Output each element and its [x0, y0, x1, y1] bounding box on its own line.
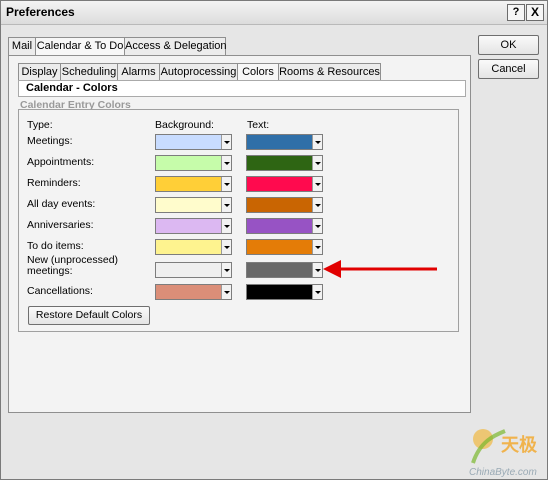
watermark-cn: 天极 — [501, 435, 538, 456]
tab-mail[interactable]: Mail — [8, 37, 36, 55]
color-type-label: Meetings: — [27, 135, 73, 147]
ok-button[interactable]: OK — [478, 35, 539, 55]
color-type-label: Cancellations: — [27, 285, 93, 297]
chevron-down-icon[interactable] — [312, 198, 322, 212]
tab-calendar-todo[interactable]: Calendar & To Do — [35, 37, 125, 56]
color-type-label: All day events: — [27, 198, 96, 210]
help-button[interactable]: ? — [507, 4, 525, 21]
chevron-down-icon[interactable] — [221, 263, 231, 277]
background-color-dropdown[interactable] — [155, 197, 232, 213]
column-type: Type: — [27, 119, 53, 131]
text-color-dropdown[interactable] — [246, 197, 323, 213]
background-color-dropdown[interactable] — [155, 262, 232, 278]
watermark-logo: 天极 ChinaByte.com — [465, 421, 548, 479]
column-text: Text: — [247, 119, 270, 131]
section-header: Calendar - Colors — [18, 80, 466, 97]
chevron-down-icon[interactable] — [312, 285, 322, 299]
chevron-down-icon[interactable] — [221, 135, 231, 149]
chevron-down-icon[interactable] — [312, 219, 322, 233]
chevron-down-icon[interactable] — [312, 263, 322, 277]
chevron-down-icon[interactable] — [221, 198, 231, 212]
text-color-dropdown[interactable] — [246, 134, 323, 150]
title-bar: Preferences ? X — [1, 1, 547, 25]
color-type-label: To do items: — [27, 240, 84, 252]
close-button[interactable]: X — [526, 4, 544, 21]
text-color-dropdown[interactable] — [246, 155, 323, 171]
text-color-dropdown[interactable] — [246, 262, 323, 278]
background-color-dropdown[interactable] — [155, 134, 232, 150]
background-color-dropdown[interactable] — [155, 239, 232, 255]
cancel-button[interactable]: Cancel — [478, 59, 539, 79]
background-color-dropdown[interactable] — [155, 218, 232, 234]
text-color-dropdown[interactable] — [246, 284, 323, 300]
color-type-label: New (unprocessed) meetings: — [27, 254, 119, 277]
window-title: Preferences — [6, 5, 75, 19]
chevron-down-icon[interactable] — [312, 240, 322, 254]
logo-icon: 天极 ChinaByte.com — [469, 429, 538, 478]
background-color-dropdown[interactable] — [155, 284, 232, 300]
restore-default-colors-button[interactable]: Restore Default Colors — [28, 306, 150, 325]
tab-access-delegation[interactable]: Access & Delegation — [124, 37, 227, 55]
text-color-dropdown[interactable] — [246, 176, 323, 192]
preferences-dialog: Preferences ? X OK Cancel Mail Calendar … — [0, 0, 548, 480]
chevron-down-icon[interactable] — [312, 177, 322, 191]
watermark-site: ChinaByte.com — [469, 467, 537, 478]
calendar-entry-colors-group: Type: Background: Text: Meetings: Appoint… — [18, 109, 459, 332]
background-color-dropdown[interactable] — [155, 176, 232, 192]
color-type-label: Appointments: — [27, 156, 95, 168]
text-color-dropdown[interactable] — [246, 239, 323, 255]
chevron-down-icon[interactable] — [312, 135, 322, 149]
chevron-down-icon[interactable] — [221, 177, 231, 191]
text-color-dropdown[interactable] — [246, 218, 323, 234]
chevron-down-icon[interactable] — [221, 219, 231, 233]
color-type-label: Reminders: — [27, 177, 81, 189]
column-background: Background: — [155, 119, 214, 131]
background-color-dropdown[interactable] — [155, 155, 232, 171]
chevron-down-icon[interactable] — [312, 156, 322, 170]
chevron-down-icon[interactable] — [221, 285, 231, 299]
color-type-label: Anniversaries: — [27, 219, 94, 231]
red-arrow-annotation — [323, 260, 437, 278]
colors-panel: Calendar - Colors Calendar Entry Colors … — [18, 79, 466, 333]
chevron-down-icon[interactable] — [221, 156, 231, 170]
chevron-down-icon[interactable] — [221, 240, 231, 254]
